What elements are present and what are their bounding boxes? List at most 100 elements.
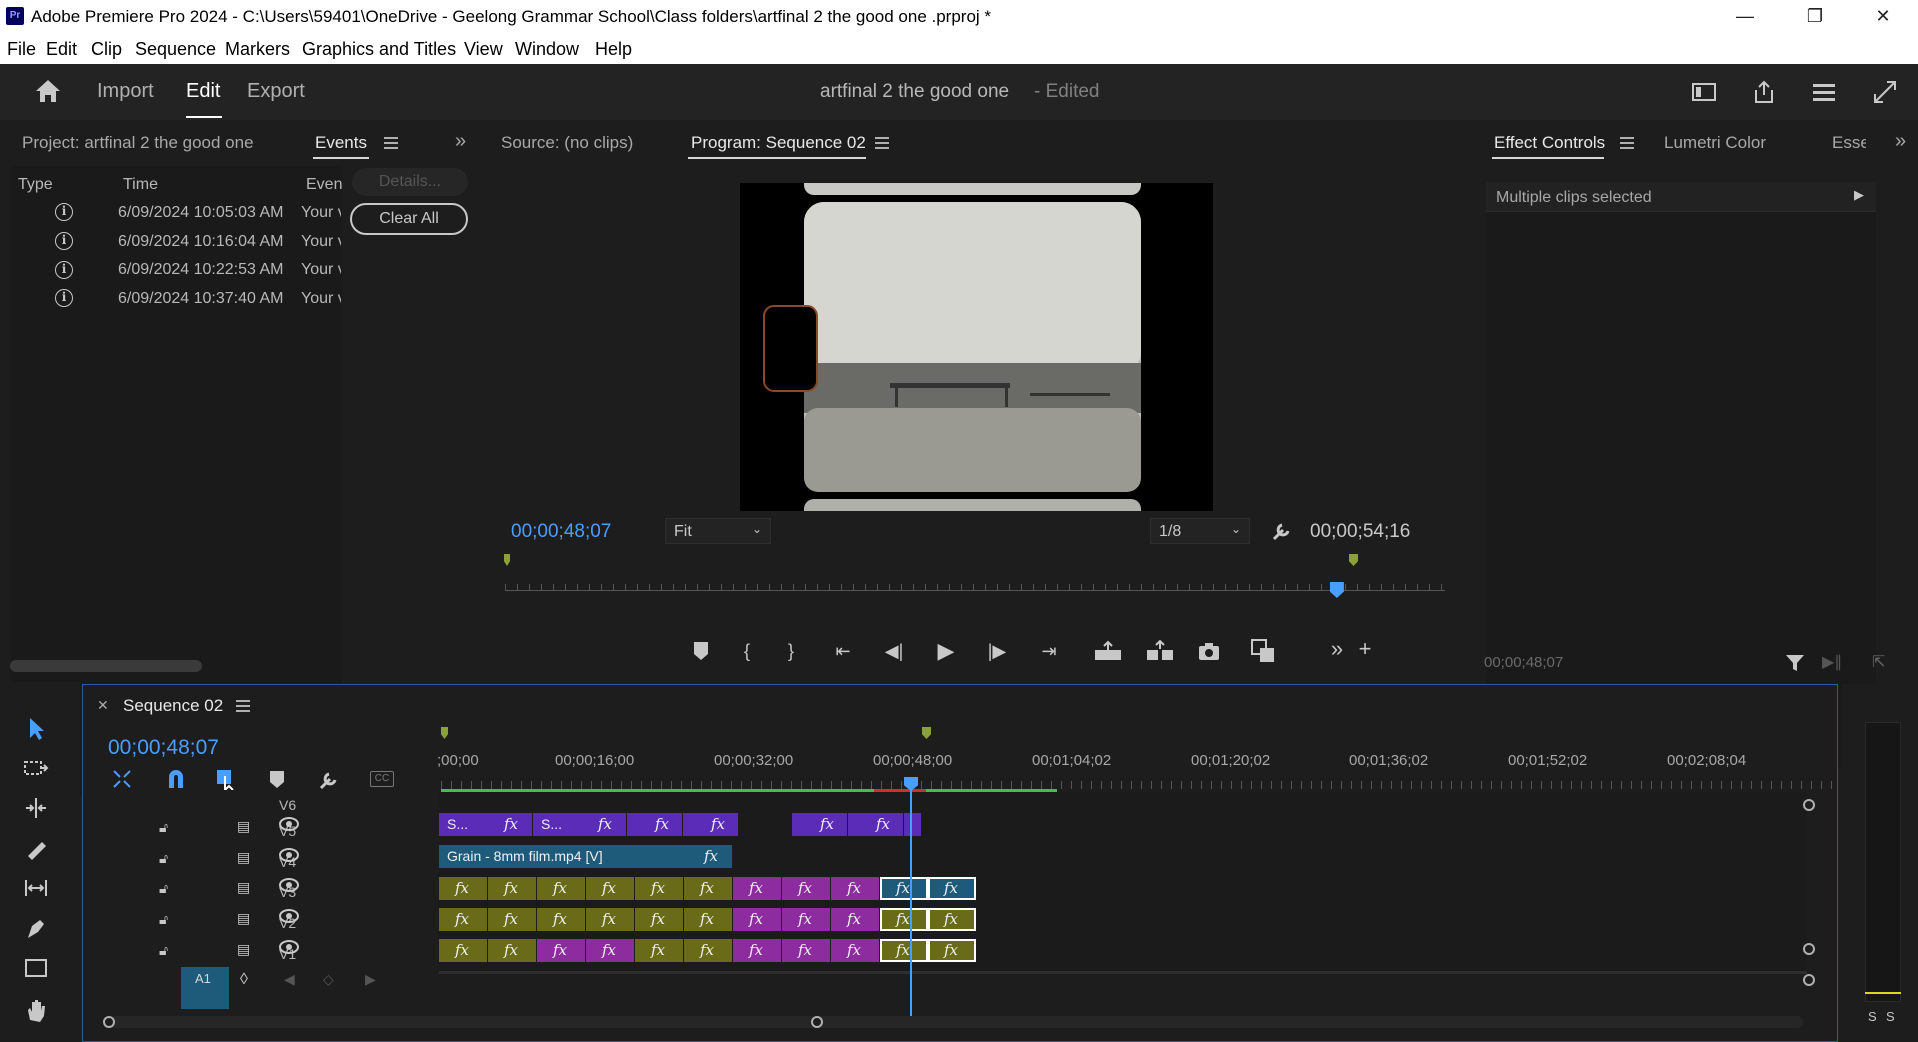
column-type[interactable]: Type [18, 176, 53, 194]
tab-export[interactable]: Export [247, 80, 305, 103]
filter-icon[interactable] [1784, 652, 1806, 674]
export-icon[interactable]: ⇱ [1872, 652, 1885, 672]
clip-v3[interactable]: fx [782, 877, 831, 900]
clip-v3[interactable]: fx [488, 877, 537, 900]
linked-selection-icon[interactable] [215, 768, 239, 790]
clip-v1[interactable]: fx [782, 939, 831, 962]
lock-icon[interactable]: 🔓︎ [159, 819, 168, 836]
menu-graphics-and-titles[interactable]: Graphics and Titles [302, 39, 456, 60]
step-forward-icon[interactable]: |▶ [984, 638, 1010, 664]
clip-v5[interactable]: S... fx [533, 813, 627, 836]
clip-v3[interactable]: fx [439, 877, 488, 900]
clip-v3-selected[interactable]: fx [928, 877, 976, 900]
add-keyframe-icon[interactable]: ◇ [323, 971, 334, 988]
resolution-dropdown[interactable]: 1/8 ⌄ [1150, 518, 1250, 544]
clip-v3[interactable]: fx [733, 877, 782, 900]
clip-v3[interactable]: fx [586, 877, 635, 900]
clip-v2-selected[interactable]: fx [880, 908, 928, 931]
menu-edit[interactable]: Edit [46, 39, 77, 60]
sync-lock-icon[interactable]: ▤ [237, 879, 250, 896]
clip-v5[interactable]: fx [683, 813, 739, 836]
add-marker-icon[interactable] [692, 640, 710, 662]
clip-v3[interactable]: fx [635, 877, 684, 900]
clip-v1[interactable]: fx [733, 939, 782, 962]
clip-v5[interactable] [904, 813, 922, 836]
lock-icon[interactable]: 🔓︎ [159, 880, 168, 897]
sequence-marker[interactable] [1349, 554, 1358, 566]
clip-v2[interactable]: fx [537, 908, 586, 931]
tab-lumetri-color[interactable]: Lumetri Color [1664, 133, 1766, 153]
workspace-layout-icon[interactable] [1690, 78, 1718, 106]
keyframe-icon[interactable]: ◊ [240, 971, 248, 989]
nest-icon[interactable] [111, 768, 133, 790]
sync-lock-icon[interactable]: ▤ [237, 849, 250, 866]
audio-scroll-handle[interactable] [1803, 974, 1815, 986]
clip-v3[interactable]: fx [684, 877, 733, 900]
restore-icon[interactable]: ❐ [1780, 0, 1850, 34]
clip-v3-selected[interactable]: fx [880, 877, 928, 900]
track-a1-source-patch[interactable]: A1 [181, 967, 229, 1009]
fullscreen-icon[interactable] [1871, 78, 1899, 106]
ripple-edit-tool-icon[interactable] [22, 794, 50, 822]
scrub-ruler[interactable] [505, 590, 1445, 591]
menu-view[interactable]: View [464, 39, 503, 60]
sequence-marker[interactable] [922, 727, 931, 739]
tab-source[interactable]: Source: (no clips) [501, 133, 633, 153]
timeline-settings-wrench-icon[interactable] [317, 768, 341, 790]
menu-window[interactable]: Window [515, 39, 579, 60]
effect-controls-menu-icon[interactable] [1620, 137, 1634, 149]
comparison-view-icon[interactable] [1250, 638, 1278, 664]
close-icon[interactable]: ✕ [1848, 0, 1918, 34]
menu-sequence[interactable]: Sequence [135, 39, 216, 60]
sync-lock-icon[interactable]: ▤ [237, 910, 250, 927]
clear-all-button[interactable]: Clear All [350, 203, 468, 235]
clip-v1[interactable]: fx [831, 939, 880, 962]
clip-v2[interactable]: fx [635, 908, 684, 931]
solo-right[interactable]: S [1886, 1009, 1895, 1024]
prev-keyframe-icon[interactable]: ◀ [284, 971, 295, 988]
program-menu-icon[interactable] [875, 137, 889, 149]
clip-v1[interactable]: fx [439, 939, 488, 962]
close-sequence-icon[interactable]: ✕ [97, 697, 109, 714]
selection-tool-icon[interactable] [22, 714, 50, 742]
camera-icon[interactable] [1197, 640, 1221, 662]
clip-v5[interactable]: fx [848, 813, 904, 836]
clip-v3[interactable]: fx [537, 877, 586, 900]
timeline-marker-icon[interactable] [268, 769, 286, 789]
wrench-icon[interactable] [1270, 519, 1294, 543]
panel-overflow-icon[interactable]: » [1895, 130, 1906, 153]
go-to-out-icon[interactable]: ⇥ [1036, 638, 1062, 664]
column-event[interactable]: Even [306, 176, 342, 194]
clip-v2[interactable]: fx [733, 908, 782, 931]
tab-sequence[interactable]: Sequence 02 [123, 696, 223, 716]
program-current-timecode[interactable]: 00;00;48;07 [511, 521, 611, 543]
fit-dropdown[interactable]: Fit ⌄ [665, 518, 771, 544]
tab-essential[interactable]: Esse [1832, 133, 1866, 153]
clip-v1[interactable]: fx [635, 939, 684, 962]
clip-v2[interactable]: fx [782, 908, 831, 931]
vertical-scroll-handle[interactable] [1803, 799, 1815, 811]
tab-effect-controls[interactable]: Effect Controls [1494, 133, 1605, 153]
clip-v2-selected[interactable]: fx [928, 908, 976, 931]
clip-v1[interactable]: fx [537, 939, 586, 962]
lift-icon[interactable] [1093, 640, 1123, 662]
lock-icon[interactable]: 🔓︎ [159, 911, 168, 928]
slip-tool-icon[interactable] [22, 874, 50, 902]
horizontal-scrollbar[interactable] [10, 660, 202, 672]
program-playhead[interactable] [1329, 582, 1344, 598]
add-button-icon[interactable]: + [1352, 636, 1378, 662]
clip-v5[interactable]: fx [627, 813, 683, 836]
play-icon[interactable]: ▶ [933, 638, 959, 664]
clip-v1-selected[interactable]: fx [928, 939, 976, 962]
expand-arrow-icon[interactable]: ▶ [1854, 187, 1864, 203]
eye-icon[interactable] [279, 848, 299, 862]
details-button[interactable]: Details... [352, 168, 468, 196]
captions-icon[interactable]: CC [370, 771, 394, 787]
minimize-icon[interactable]: — [1710, 0, 1780, 34]
next-keyframe-icon[interactable]: ▶ [365, 971, 376, 988]
clip-v2[interactable]: fx [439, 908, 488, 931]
solo-left[interactable]: S [1868, 1009, 1877, 1024]
clip-grain-8mm[interactable]: Grain - 8mm film.mp4 [V] fx [439, 845, 733, 868]
sync-lock-icon[interactable]: ▤ [237, 941, 250, 958]
rectangle-tool-icon[interactable] [22, 954, 50, 982]
